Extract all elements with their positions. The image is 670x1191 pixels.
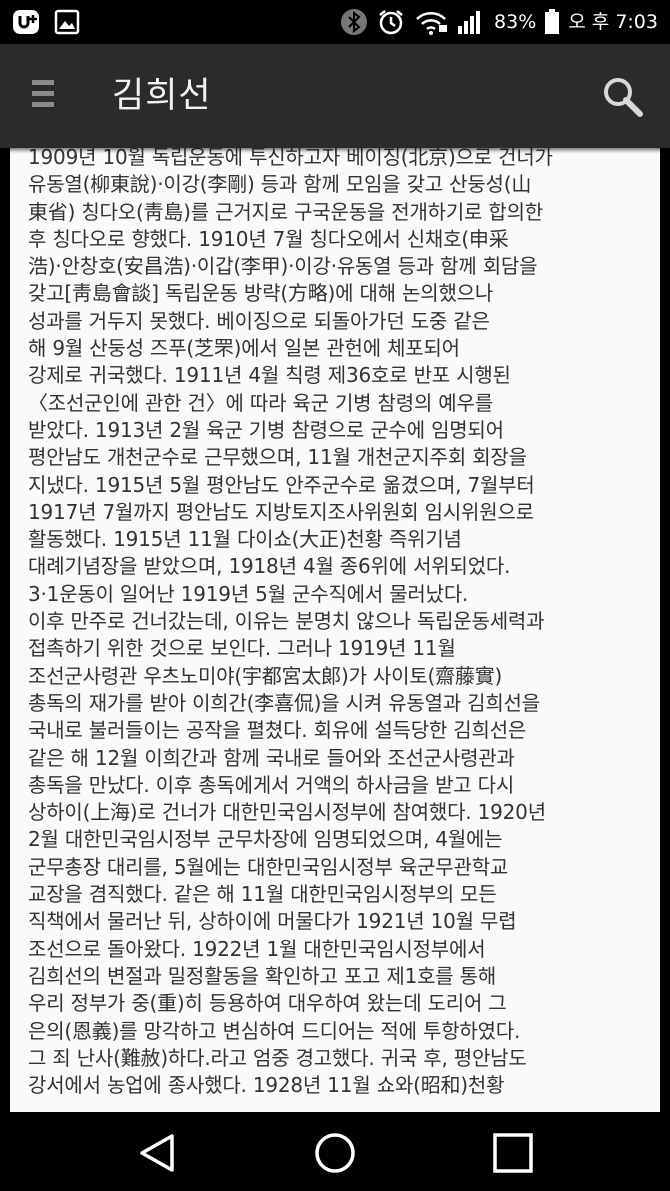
article-content[interactable]: 1909년 10월 독립운동에 투신하고자 베이징(北京)으로 건너가유동열(柳…	[10, 148, 660, 1112]
article-line: 김희선의 변절과 밀정활동을 확인하고 포고 제1호를 통해	[28, 963, 497, 988]
article-line: 접촉하기 위한 것으로 보인다. 그러나 1919년 11월	[28, 636, 456, 661]
article-line: 군무총장 대리를, 5월에는 대한민국임시정부 육군무관학교	[28, 854, 509, 879]
search-icon[interactable]	[600, 74, 646, 120]
article-line: 같은 해 12월 이희간과 함께 국내로 들어와 조선군사령관과	[28, 745, 515, 770]
article-line: 은의(恩義)를 망각하고 변심하여 드디어는 적에 투항하였다.	[28, 1018, 521, 1043]
article-line: 우리 정부가 중(重)히 등용하여 대우하여 왔는데 도리어 그	[28, 991, 507, 1016]
article-line: 받았다. 1913년 2월 육군 기병 참령으로 군수에 임명되어	[28, 417, 504, 442]
article-line: 3·1운동이 일어난 1919년 5월 군수직에서 물러났다.	[28, 581, 469, 606]
app-bar: 김희선	[0, 44, 670, 148]
article-line: 직책에서 물러난 뒤, 상하이에 머물다가 1921년 10월 무렵	[28, 909, 517, 934]
article-line: 이후 만주로 건너갔는데, 이유는 분명치 않으나 독립운동세력과	[28, 609, 545, 634]
status-bar: 83% 오 후 7:03	[0, 0, 670, 44]
bluetooth-icon	[341, 9, 368, 35]
recents-square-icon[interactable]	[490, 1130, 536, 1176]
back-triangle-icon[interactable]	[134, 1130, 180, 1176]
article-line: 〈조선군인에 관한 건〉에 따라 육군 기병 참령의 예우를	[28, 390, 493, 415]
article-line: 상하이(上海)로 건너가 대한민국임시정부에 참여했다. 1920년	[28, 800, 546, 825]
page-title: 김희선	[112, 76, 212, 116]
status-right: 83% 오 후 7:03	[340, 8, 658, 36]
article-line: 그 죄 난사(難赦)하다.라고 엄중 경고했다. 귀국 후, 평안남도	[28, 1045, 527, 1070]
article-line: 해 9월 산둥성 즈푸(芝罘)에서 일본 관헌에 체포되어	[28, 336, 460, 361]
article-line: 조선군사령관 우츠노미야(宇都宮太郞)가 사이토(齋藤實)	[28, 663, 503, 688]
article-line: 총독을 만났다. 이후 총독에게서 거액의 하사금을 받고 다시	[28, 772, 515, 797]
gallery-icon	[54, 9, 80, 35]
article-line: 총독의 재가를 받아 이희간(李喜侃)을 시켜 유동열과 김희선을	[28, 690, 540, 715]
alarm-icon	[379, 10, 403, 35]
article-line: 갖고[靑島會談] 독립운동 방략(方略)에 대해 논의했으나	[28, 281, 494, 306]
article-line: 2월 대한민국임시정부 군무차장에 임명되었으며, 4월에는	[28, 827, 503, 852]
battery-icon	[545, 9, 560, 34]
article-line: 대례기념장을 받았으며, 1918년 4월 종6위에 서위되었다.	[28, 554, 511, 579]
article-line: 활동했다. 1915년 11월 다이쇼(大正)천황 즉위기념	[28, 527, 462, 552]
clock-time: 오 후 7:03	[568, 11, 658, 33]
u-plus-icon	[13, 10, 39, 34]
article-line: 강제로 귀국했다. 1911년 4월 칙령 제36호로 반포 시행된	[28, 363, 511, 388]
article-line: 국내로 불러들이는 공작을 펼쳤다. 회유에 설득당한 김희선은	[28, 718, 527, 743]
navigation-bar	[0, 1112, 670, 1191]
signal-icon	[458, 11, 481, 34]
home-circle-icon[interactable]	[312, 1130, 358, 1176]
status-left	[12, 8, 80, 36]
article-line: 지냈다. 1915년 5월 평안남도 안주군수로 옮겼으며, 7월부터	[28, 472, 535, 497]
article-line: 성과를 거두지 못했다. 베이징으로 되돌아가던 도중 같은	[28, 308, 490, 333]
battery-percent: 83%	[494, 11, 537, 33]
article-line: 강서에서 농업에 종사했다. 1928년 11월 쇼와(昭和)천황	[28, 1073, 505, 1098]
article-line: 東省) 칭다오(靑島)를 근거지로 구국운동을 전개하기로 합의한	[28, 199, 543, 224]
article-line: 평안남도 개천군수로 근무했으며, 11월 개천군지주회 회장을	[28, 445, 527, 470]
article-line: 1917년 7월까지 평안남도 지방토지조사위원회 임시위원으로	[28, 499, 534, 524]
article-line: 조선으로 돌아왔다. 1922년 1월 대한민국임시정부에서	[28, 936, 486, 961]
article-line: 교장을 겸직했다. 같은 해 11월 대한민국임시정부의 모든	[28, 882, 497, 907]
wifi-icon	[416, 12, 448, 35]
article-line: 1909년 10월 독립운동에 투신하고자 베이징(北京)으로 건너가	[28, 148, 553, 169]
article-line: 浩)·안창호(安昌浩)·이갑(李甲)·이강·유동열 등과 함께 회담을	[28, 254, 538, 279]
menu-icon[interactable]	[32, 80, 62, 112]
article-line: 후 칭다오로 향했다. 1910년 7월 칭다오에서 신채호(申采	[28, 226, 509, 251]
article-line: 유동열(柳東說)·이강(李剛) 등과 함께 모임을 갖고 산둥성(山	[28, 172, 532, 197]
article-text: 1909년 10월 독립운동에 투신하고자 베이징(北京)으로 건너가유동열(柳…	[10, 148, 660, 1099]
